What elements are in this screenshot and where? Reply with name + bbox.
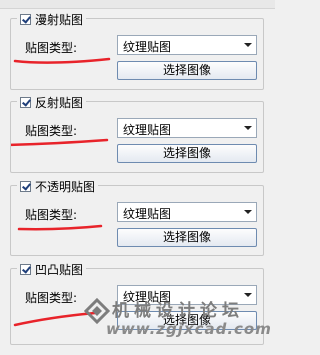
- group-header: 凹凸贴图: [17, 261, 87, 277]
- map-type-select[interactable]: 纹理贴图: [117, 202, 257, 222]
- opacity-map-label: 不透明贴图: [35, 179, 96, 194]
- map-type-select[interactable]: 纹理贴图: [117, 35, 257, 55]
- reflection-map-checkbox[interactable]: [20, 96, 31, 108]
- group-opacity-map: 不透明贴图 贴图类型: 纹理贴图 选择图像: [10, 178, 264, 256]
- map-type-label: 贴图类型:: [25, 41, 78, 55]
- select-value: 纹理贴图: [123, 207, 172, 221]
- group-header: 漫射贴图: [17, 11, 87, 27]
- map-type-label: 贴图类型:: [25, 291, 78, 305]
- reflection-map-label: 反射贴图: [35, 95, 84, 110]
- map-type-label: 贴图类型:: [25, 208, 78, 222]
- diffuse-map-checkbox[interactable]: [20, 13, 31, 25]
- select-image-button[interactable]: 选择图像: [117, 144, 257, 163]
- chevron-down-icon[interactable]: [239, 119, 256, 137]
- cut-off-header: [0, 0, 275, 9]
- chevron-down-icon[interactable]: [239, 36, 256, 54]
- group-header: 反射贴图: [17, 94, 87, 110]
- select-value: 纹理贴图: [123, 290, 172, 304]
- select-value: 纹理贴图: [123, 40, 172, 54]
- chevron-down-icon[interactable]: [239, 203, 256, 221]
- bump-map-checkbox[interactable]: [20, 263, 31, 275]
- map-type-select[interactable]: 纹理贴图: [117, 118, 257, 138]
- bump-map-label: 凹凸贴图: [35, 262, 84, 277]
- chevron-down-icon[interactable]: [239, 286, 256, 304]
- diffuse-map-label: 漫射贴图: [35, 12, 84, 27]
- group-diffuse-map: 漫射贴图 贴图类型: 纹理贴图 选择图像: [10, 11, 264, 90]
- map-type-label: 贴图类型:: [25, 124, 78, 138]
- select-image-button[interactable]: 选择图像: [117, 228, 257, 247]
- select-image-button[interactable]: 选择图像: [117, 61, 257, 80]
- map-type-select[interactable]: 纹理贴图: [117, 285, 257, 305]
- group-header: 不透明贴图: [17, 178, 99, 194]
- group-bump-map: 凹凸贴图 贴图类型: 纹理贴图 选择图像: [10, 261, 264, 345]
- select-image-button[interactable]: 选择图像: [117, 311, 257, 330]
- red-underline-annotation: [13, 311, 97, 327]
- opacity-map-checkbox[interactable]: [20, 180, 31, 192]
- group-reflection-map: 反射贴图 贴图类型: 纹理贴图 选择图像: [10, 94, 264, 173]
- select-value: 纹理贴图: [123, 123, 172, 137]
